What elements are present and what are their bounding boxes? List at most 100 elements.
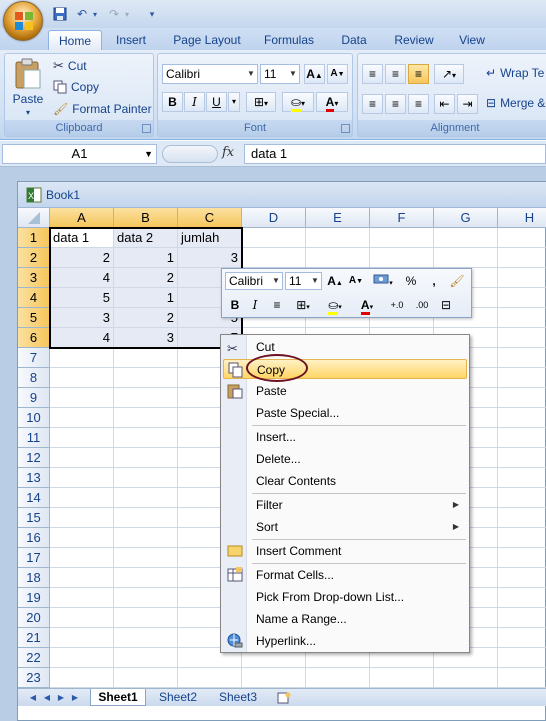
shrink-font-button[interactable]: A▼ (327, 64, 348, 84)
mini-fill-color-icon[interactable]: ⛀▾ (321, 296, 349, 315)
mini-center-icon[interactable]: ≡ (267, 296, 287, 314)
row-header[interactable]: 17 (18, 548, 50, 568)
last-sheet-icon[interactable]: ▶ (70, 692, 80, 704)
column-header[interactable]: H (498, 208, 546, 228)
menu-item-sort[interactable]: Sort ▶ (223, 517, 467, 537)
row-header[interactable]: 16 (18, 528, 50, 548)
menu-item-paste[interactable]: Paste (223, 381, 467, 401)
mini-format-painter-icon[interactable]: 🖌 (447, 272, 467, 290)
cell-a6[interactable]: 4 (50, 328, 114, 348)
save-icon[interactable] (52, 5, 68, 23)
row-header[interactable]: 20 (18, 608, 50, 628)
align-top-icon[interactable]: ≡ (362, 64, 383, 84)
row-header[interactable]: 14 (18, 488, 50, 508)
increase-decimal-icon[interactable]: +.0 (387, 296, 407, 314)
row-header[interactable]: 15 (18, 508, 50, 528)
column-header[interactable]: E (306, 208, 370, 228)
tab-view[interactable]: View (452, 30, 492, 50)
decrease-indent-icon[interactable]: ⇤ (434, 94, 455, 114)
row-header[interactable]: 5 (18, 308, 50, 328)
align-bottom-icon[interactable]: ≡ (408, 64, 429, 84)
mini-accounting-format-icon[interactable]: ▾ (369, 272, 397, 290)
orientation-icon[interactable]: ↗▾ (434, 64, 464, 84)
row-header[interactable]: 19 (18, 588, 50, 608)
redo-dropdown-icon[interactable]: ▾ (122, 5, 132, 23)
menu-item-name-range[interactable]: Name a Range... (223, 609, 467, 629)
mini-shrink-font-icon[interactable]: A▼ (346, 272, 366, 290)
row-header[interactable]: 6 (18, 328, 50, 348)
prev-sheet-icon[interactable]: ◀ (42, 692, 52, 704)
menu-item-format-cells[interactable]: Format Cells... (223, 565, 467, 585)
column-header[interactable]: B (114, 208, 178, 228)
mini-font-size-combo[interactable]: 11 ▼ (285, 272, 322, 290)
increase-indent-icon[interactable]: ⇥ (457, 94, 478, 114)
row-header[interactable]: 22 (18, 648, 50, 668)
cell-b4[interactable]: 1 (114, 288, 178, 308)
mini-italic-button[interactable]: I (245, 296, 265, 314)
row-header[interactable]: 12 (18, 448, 50, 468)
grow-font-button[interactable]: A▲ (304, 64, 325, 84)
menu-item-paste-special[interactable]: Paste Special... (223, 403, 467, 423)
column-header[interactable]: D (242, 208, 306, 228)
font-name-combo[interactable]: Calibri ▼ (162, 64, 258, 84)
borders-button[interactable]: ⊞▾ (246, 92, 276, 112)
underline-button[interactable]: U (206, 92, 227, 112)
menu-item-pick-from-list[interactable]: Pick From Drop-down List... (223, 587, 467, 607)
cell-b5[interactable]: 2 (114, 308, 178, 328)
cell-a3[interactable]: 4 (50, 268, 114, 288)
clipboard-launcher-icon[interactable] (142, 124, 151, 133)
font-size-combo[interactable]: 11 ▼ (260, 64, 300, 84)
row-header[interactable]: 9 (18, 388, 50, 408)
select-all-corner[interactable] (18, 208, 50, 228)
tab-home[interactable]: Home (48, 30, 102, 50)
sheet-tab-sheet1[interactable]: Sheet1 (90, 689, 146, 706)
column-header[interactable]: F (370, 208, 434, 228)
tab-formulas[interactable]: Formulas (258, 30, 320, 50)
font-color-button[interactable]: A▾ (316, 92, 348, 112)
row-header[interactable]: 1 (18, 228, 50, 248)
cell-b3[interactable]: 2 (114, 268, 178, 288)
formula-input[interactable]: data 1 (244, 144, 546, 164)
font-launcher-icon[interactable] (341, 124, 350, 133)
formula-bar-splitter[interactable] (162, 145, 218, 163)
tab-data[interactable]: Data (334, 30, 374, 50)
customize-qat-icon[interactable]: ▾ (146, 5, 158, 23)
cell-b1[interactable]: data 2 (114, 228, 178, 248)
align-middle-icon[interactable]: ≡ (385, 64, 406, 84)
align-right-icon[interactable]: ≡ (408, 94, 429, 114)
row-header[interactable]: 4 (18, 288, 50, 308)
insert-sheet-icon[interactable] (272, 689, 296, 706)
menu-item-clear-contents[interactable]: Clear Contents (223, 471, 467, 491)
row-header[interactable]: 10 (18, 408, 50, 428)
redo-icon[interactable]: ↷ (106, 5, 122, 23)
paste-button[interactable]: Paste ▾ (10, 58, 46, 122)
column-header[interactable]: C (178, 208, 242, 228)
tab-review[interactable]: Review (388, 30, 440, 50)
cell-a1[interactable]: data 1 (50, 228, 114, 248)
cell-c1[interactable]: jumlah (178, 228, 242, 248)
row-header[interactable]: 3 (18, 268, 50, 288)
format-painter-button[interactable]: 🖌 Format Painter (53, 102, 152, 116)
row-header[interactable]: 7 (18, 348, 50, 368)
row-header[interactable]: 18 (18, 568, 50, 588)
row-header[interactable]: 2 (18, 248, 50, 268)
next-sheet-icon[interactable]: ▶ (56, 692, 66, 704)
office-button[interactable] (3, 1, 43, 41)
name-box[interactable]: A1 ▼ (2, 144, 157, 164)
mini-font-name-combo[interactable]: Calibri ▼ (225, 272, 283, 290)
row-header[interactable]: 23 (18, 668, 50, 688)
menu-item-insert-comment[interactable]: Insert Comment (223, 541, 467, 561)
mini-borders-icon[interactable]: ⊞▾ (289, 296, 317, 314)
copy-button[interactable]: Copy (53, 80, 99, 94)
row-header[interactable]: 8 (18, 368, 50, 388)
mini-grow-font-icon[interactable]: A▲ (325, 272, 345, 290)
mini-font-color-icon[interactable]: A▾ (353, 296, 381, 315)
menu-item-insert[interactable]: Insert... (223, 427, 467, 447)
row-header[interactable]: 13 (18, 468, 50, 488)
cell-a5[interactable]: 3 (50, 308, 114, 328)
menu-item-filter[interactable]: Filter ▶ (223, 495, 467, 515)
cell-b6[interactable]: 3 (114, 328, 178, 348)
align-center-icon[interactable]: ≡ (385, 94, 406, 114)
first-sheet-icon[interactable]: ◀ (28, 692, 38, 704)
row-header[interactable]: 21 (18, 628, 50, 648)
